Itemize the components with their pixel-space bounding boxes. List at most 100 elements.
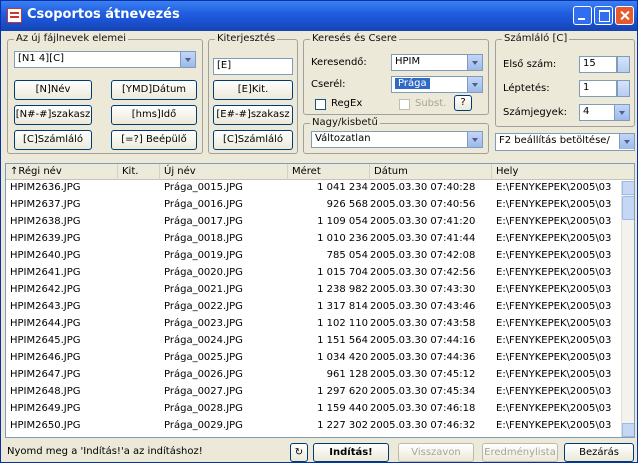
rename-dialog: Csoportos átnevezés Az új fájlnevek elem… xyxy=(0,0,638,463)
filename-pattern-input[interactable]: [N1 4][C] xyxy=(14,51,196,68)
search-input[interactable]: HPIM xyxy=(391,54,483,71)
cell-date: 2005.03.30 07:40:28 xyxy=(370,182,476,193)
column-ext[interactable]: Kit. xyxy=(118,164,160,180)
start-number-spinner[interactable] xyxy=(617,56,630,73)
column-date[interactable]: Dátum xyxy=(370,164,492,180)
time-button[interactable]: [hms]Idő xyxy=(111,105,197,125)
close-window-button[interactable] xyxy=(615,6,634,25)
cell-date: 2005.03.30 07:43:30 xyxy=(370,284,476,295)
table-row[interactable]: HPIM2645.JPG Prága_0024.JPG 1 151 564 2005.… xyxy=(6,334,623,349)
table-row[interactable]: HPIM2636.JPG Prága_0015.JPG 1 041 234 2005.… xyxy=(6,181,623,196)
undo-button[interactable]: Visszavon xyxy=(398,443,474,462)
table-row[interactable]: HPIM2643.JPG Prága_0022.JPG 1 317 814 2005.… xyxy=(6,300,623,315)
regex-label: RegEx xyxy=(331,98,363,109)
cell-old-name: HPIM2645.JPG xyxy=(10,335,81,346)
table-row[interactable]: HPIM2644.JPG Prága_0023.JPG 1 102 110 2005.… xyxy=(6,317,623,332)
digits-select[interactable]: 4 xyxy=(579,104,630,121)
table-row[interactable]: HPIM2646.JPG Prága_0025.JPG 1 034 420 2005.… xyxy=(6,351,623,366)
table-row[interactable]: HPIM2640.JPG Prága_0019.JPG 785 054 2005.03… xyxy=(6,249,623,264)
table-row[interactable]: HPIM2648.JPG Prága_0027.JPG 1 297 620 2005.… xyxy=(6,385,623,400)
case-select[interactable]: Változatlan xyxy=(311,131,483,148)
column-old-name[interactable]: ↑Régi név xyxy=(6,164,118,180)
help-button[interactable]: ? xyxy=(454,95,472,111)
cell-new-name: Prága_0018.JPG xyxy=(164,233,243,244)
start-button[interactable]: Indítás! xyxy=(313,443,389,462)
replace-label: Cserél: xyxy=(311,79,346,90)
chevron-down-icon[interactable] xyxy=(467,77,482,92)
name-range-button[interactable]: [N#-#]szakasz xyxy=(14,105,92,125)
chevron-down-icon[interactable] xyxy=(467,132,482,147)
table-row[interactable]: HPIM2642.JPG Prága_0021.JPG 1 238 982 2005.… xyxy=(6,283,623,298)
cell-location: E:\FENYKEPEK\2005\03 xyxy=(496,216,612,227)
step-spinner[interactable] xyxy=(617,80,630,97)
chevron-down-icon[interactable] xyxy=(619,134,634,149)
table-row[interactable]: HPIM2647.JPG Prága_0026.JPG 961 128 2005.03… xyxy=(6,368,623,383)
column-location[interactable]: Hely xyxy=(492,164,634,180)
table-row[interactable]: HPIM2650.JPG Prága_0029.JPG 1 227 302 2005.… xyxy=(6,419,623,434)
ext-button[interactable]: [E]Kit. xyxy=(213,80,293,100)
cell-size: 1 102 110 xyxy=(317,318,368,329)
refresh-icon[interactable]: ↻ xyxy=(290,443,308,462)
ext-range-button[interactable]: [E#-#]szakasz xyxy=(213,105,293,125)
cell-new-name: Prága_0016.JPG xyxy=(164,199,243,210)
chevron-down-icon[interactable] xyxy=(467,55,482,70)
cell-new-name: Prága_0027.JPG xyxy=(164,386,243,397)
cell-new-name: Prága_0020.JPG xyxy=(164,267,243,278)
regex-checkbox[interactable] xyxy=(315,99,326,110)
chevron-down-icon[interactable] xyxy=(180,52,195,67)
name-button[interactable]: [N]Név xyxy=(14,80,92,100)
date-button[interactable]: [YMD]Dátum xyxy=(111,80,197,100)
cell-size: 1 297 620 xyxy=(317,386,368,397)
subst-checkbox[interactable] xyxy=(399,99,410,110)
table-row[interactable]: HPIM2641.JPG Prága_0020.JPG 1 015 704 2005.… xyxy=(6,266,623,281)
settings-select[interactable]: F2 beállítás betöltése/ xyxy=(495,133,635,151)
ext-counter-button[interactable]: [C]Számláló xyxy=(213,130,293,150)
digits-label: Számjegyek: xyxy=(503,107,567,118)
start-number-input[interactable]: 15 xyxy=(579,56,617,73)
cell-new-name: Prága_0025.JPG xyxy=(164,352,243,363)
cell-old-name: HPIM2650.JPG xyxy=(10,420,81,431)
scroll-up-icon[interactable] xyxy=(622,181,634,195)
table-row[interactable]: HPIM2637.JPG Prága_0016.JPG 926 568 2005.03… xyxy=(6,198,623,213)
cell-new-name: Prága_0029.JPG xyxy=(164,420,243,431)
cell-new-name: Prága_0021.JPG xyxy=(164,284,243,295)
cell-date: 2005.03.30 07:42:56 xyxy=(370,267,476,278)
chevron-down-icon[interactable] xyxy=(614,105,629,120)
column-size[interactable]: Méret xyxy=(288,164,370,180)
cell-location: E:\FENYKEPEK\2005\03 xyxy=(496,199,612,210)
cell-size: 1 010 236 xyxy=(317,233,368,244)
counter-button[interactable]: [C]Számláló xyxy=(14,130,92,150)
file-list[interactable]: ↑Régi név Kit. Új név Méret Dátum Hely H… xyxy=(5,163,635,438)
cell-date: 2005.03.30 07:41:20 xyxy=(370,216,476,227)
title-bar[interactable]: Csoportos átnevezés xyxy=(1,1,637,31)
group-title: Keresés és Csere xyxy=(310,33,399,44)
cell-new-name: Prága_0017.JPG xyxy=(164,216,243,227)
maximize-button[interactable] xyxy=(594,6,613,25)
results-button[interactable]: Eredménylista xyxy=(482,443,558,462)
cell-old-name: HPIM2639.JPG xyxy=(10,233,81,244)
cell-location: E:\FENYKEPEK\2005\03 xyxy=(496,267,612,278)
step-input[interactable]: 1 xyxy=(579,80,617,97)
cell-size: 1 238 982 xyxy=(317,284,368,295)
table-row[interactable]: HPIM2649.JPG Prága_0028.JPG 1 159 440 2005.… xyxy=(6,402,623,417)
cell-old-name: HPIM2637.JPG xyxy=(10,199,81,210)
cell-new-name: Prága_0026.JPG xyxy=(164,369,243,380)
scroll-down-icon[interactable] xyxy=(622,423,634,437)
cell-old-name: HPIM2636.JPG xyxy=(10,182,81,193)
cell-old-name: HPIM2648.JPG xyxy=(10,386,81,397)
cell-location: E:\FENYKEPEK\2005\03 xyxy=(496,182,612,193)
group-title: Kiterjesztés xyxy=(215,33,278,44)
cell-size: 1 227 302 xyxy=(317,420,368,431)
replace-input[interactable]: Prága xyxy=(391,76,483,93)
column-new-name[interactable]: Új név xyxy=(160,164,288,180)
table-row[interactable]: HPIM2639.JPG Prága_0018.JPG 1 010 236 2005.… xyxy=(6,232,623,247)
cell-location: E:\FENYKEPEK\2005\03 xyxy=(496,403,612,414)
vertical-scrollbar[interactable] xyxy=(621,181,634,437)
close-button[interactable]: Bezárás xyxy=(564,443,634,462)
extension-input[interactable]: [E] xyxy=(213,58,293,75)
scroll-thumb[interactable] xyxy=(622,196,634,220)
plugin-button[interactable]: [=?] Beépülő xyxy=(111,130,197,150)
cell-location: E:\FENYKEPEK\2005\03 xyxy=(496,335,612,346)
minimize-button[interactable] xyxy=(573,6,592,25)
table-row[interactable]: HPIM2638.JPG Prága_0017.JPG 1 109 054 2005.… xyxy=(6,215,623,230)
